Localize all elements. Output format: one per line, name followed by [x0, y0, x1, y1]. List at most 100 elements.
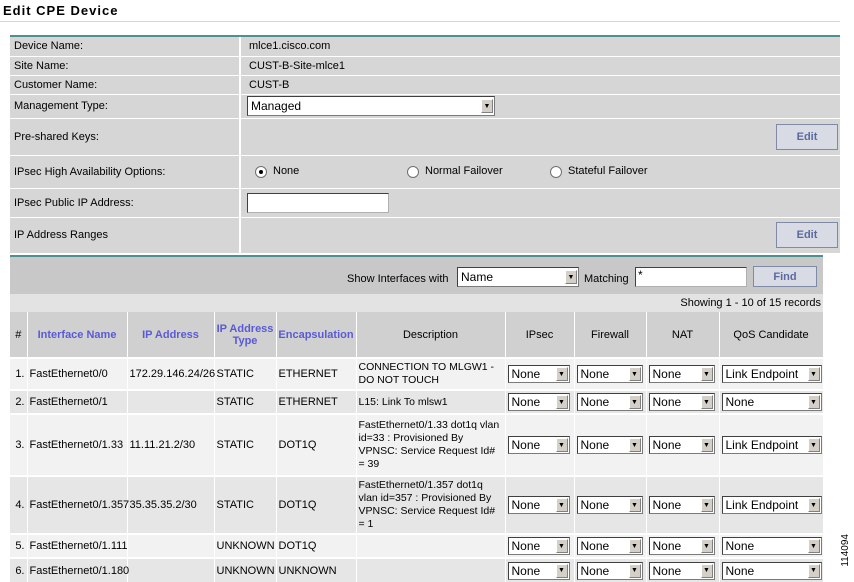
- col-header-qos: QoS Candidate: [719, 312, 824, 358]
- ipsec-public-ip-label: IPsec Public IP Address:: [10, 188, 240, 218]
- col-header-encapsulation[interactable]: Encapsulation: [276, 312, 357, 358]
- matching-input[interactable]: *: [635, 267, 747, 287]
- ha-option-normal[interactable]: Normal Failover: [407, 165, 550, 178]
- management-type-select[interactable]: Managed ▼: [247, 96, 495, 116]
- chevron-down-icon: ▼: [700, 563, 713, 578]
- radio-icon[interactable]: [550, 165, 562, 178]
- chevron-down-icon: ▼: [807, 438, 820, 452]
- chevron-down-icon: ▼: [628, 563, 641, 578]
- table-row: 4. FastEthernet0/1.357 35.35.35.2/30 STATIC…: [10, 475, 824, 534]
- firewall-select[interactable]: None ▼: [576, 436, 643, 454]
- firewall-select[interactable]: None ▼: [576, 496, 643, 514]
- qos-select[interactable]: Link Endpoint ▼: [721, 365, 822, 383]
- find-field-select[interactable]: Name ▼: [457, 267, 579, 287]
- chevron-down-icon: ▼: [555, 539, 568, 553]
- chevron-down-icon: ▼: [628, 438, 641, 452]
- chevron-down-icon: ▼: [481, 99, 493, 113]
- qos-select-value: None: [725, 563, 755, 578]
- nat-select[interactable]: None ▼: [648, 365, 715, 383]
- chevron-down-icon: ▼: [700, 395, 713, 409]
- firewall-select[interactable]: None ▼: [576, 561, 643, 580]
- firewall-select-value: None: [580, 563, 610, 578]
- find-field-value: Name: [461, 270, 494, 284]
- ha-option-stateful-label: Stateful Failover: [568, 165, 648, 178]
- nat-select-value: None: [652, 395, 682, 409]
- preshared-keys-edit-button[interactable]: Edit: [776, 123, 838, 150]
- col-header-ip-address-type[interactable]: IP Address Type: [214, 312, 277, 358]
- chevron-down-icon: ▼: [565, 270, 577, 284]
- firewall-select[interactable]: None ▼: [576, 365, 643, 383]
- firewall-select-value: None: [580, 438, 610, 452]
- ipsec-select[interactable]: None ▼: [507, 537, 570, 555]
- encapsulation: ETHERNET: [276, 389, 357, 414]
- table-row: 3. FastEthernet0/1.33 11.11.21.2/30 STATIC D…: [10, 413, 824, 476]
- description: L15: Link To mlsw1: [356, 389, 506, 414]
- nat-select[interactable]: None ▼: [648, 537, 715, 555]
- ipsec-select[interactable]: None ▼: [507, 496, 570, 514]
- ipsec-select[interactable]: None ▼: [507, 393, 570, 411]
- col-header-ipsec: IPsec: [505, 312, 575, 358]
- ipsec-select[interactable]: None ▼: [507, 436, 570, 454]
- encapsulation: DOT1Q: [276, 413, 357, 476]
- table-row: 5. FastEthernet0/1.111 UNKNOWN DOT1Q None ▼ No…: [10, 533, 824, 558]
- chevron-down-icon: ▼: [700, 367, 713, 381]
- title-divider: [0, 21, 840, 22]
- chevron-down-icon: ▼: [555, 438, 568, 452]
- radio-icon[interactable]: [407, 165, 419, 178]
- chevron-down-icon: ▼: [628, 395, 641, 409]
- device-name-value: mlce1.cisco.com: [239, 37, 840, 57]
- radio-selected-icon[interactable]: [255, 165, 267, 178]
- col-header-nat: NAT: [646, 312, 720, 358]
- description: [356, 557, 506, 582]
- firewall-select[interactable]: None ▼: [576, 393, 643, 411]
- qos-select[interactable]: None ▼: [721, 393, 822, 411]
- interface-name: FastEthernet0/1.33: [27, 413, 128, 476]
- ha-option-none[interactable]: None: [255, 165, 407, 178]
- row-number: 3.: [10, 413, 28, 476]
- chevron-down-icon: ▼: [700, 539, 713, 553]
- chevron-down-icon: ▼: [807, 395, 820, 409]
- site-name-label: Site Name:: [10, 56, 240, 76]
- qos-select[interactable]: None ▼: [721, 561, 822, 580]
- ip-address: [127, 557, 215, 582]
- firewall-select[interactable]: None ▼: [576, 537, 643, 555]
- find-button[interactable]: Find: [753, 266, 817, 287]
- site-name-value: CUST-B-Site-mlce1: [239, 56, 840, 76]
- row-number: 6.: [10, 557, 28, 582]
- nat-select[interactable]: None ▼: [648, 393, 715, 411]
- chevron-down-icon: ▼: [555, 563, 568, 578]
- nat-select-value: None: [652, 498, 682, 512]
- qos-select[interactable]: Link Endpoint ▼: [721, 436, 822, 454]
- description: FastEthernet0/1.357 dot1q vlan id=357 : …: [356, 475, 506, 534]
- ha-option-stateful[interactable]: Stateful Failover: [550, 165, 648, 178]
- ip-address: [127, 389, 215, 414]
- nat-select[interactable]: None ▼: [648, 496, 715, 514]
- table-header-row: # Interface Name IP Address IP Address T…: [10, 312, 824, 358]
- table-row: 2. FastEthernet0/1 STATIC ETHERNET L15: Link…: [10, 389, 824, 414]
- interface-name: FastEthernet0/1.357: [27, 475, 129, 534]
- ipsec-select[interactable]: None ▼: [507, 365, 570, 383]
- col-header-firewall: Firewall: [574, 312, 647, 358]
- encapsulation: ETHERNET: [276, 357, 357, 390]
- nat-select-value: None: [652, 438, 682, 452]
- ip-ranges-edit-button[interactable]: Edit: [776, 222, 838, 248]
- col-header-ip-address[interactable]: IP Address: [127, 312, 215, 358]
- ip-address-type: STATIC: [214, 413, 277, 476]
- ip-address: [127, 533, 215, 558]
- encapsulation: DOT1Q: [276, 533, 357, 558]
- encapsulation: DOT1Q: [276, 475, 357, 534]
- nat-select[interactable]: None ▼: [648, 561, 715, 580]
- col-header-interface-name[interactable]: Interface Name: [27, 312, 128, 358]
- firewall-select-value: None: [580, 395, 610, 409]
- qos-select[interactable]: None ▼: [721, 537, 822, 555]
- ipsec-public-ip-input[interactable]: [247, 192, 389, 213]
- find-bar: Show Interfaces with Name ▼ Matching * F…: [10, 257, 823, 294]
- ip-address-type: UNKNOWN: [214, 533, 277, 558]
- device-name-label: Device Name:: [10, 37, 240, 57]
- qos-select[interactable]: Link Endpoint ▼: [721, 496, 822, 514]
- nat-select[interactable]: None ▼: [648, 436, 715, 454]
- ipsec-select[interactable]: None ▼: [507, 561, 570, 580]
- nat-select-value: None: [652, 367, 682, 381]
- description: [356, 533, 506, 558]
- ipsec-select-value: None: [511, 563, 541, 578]
